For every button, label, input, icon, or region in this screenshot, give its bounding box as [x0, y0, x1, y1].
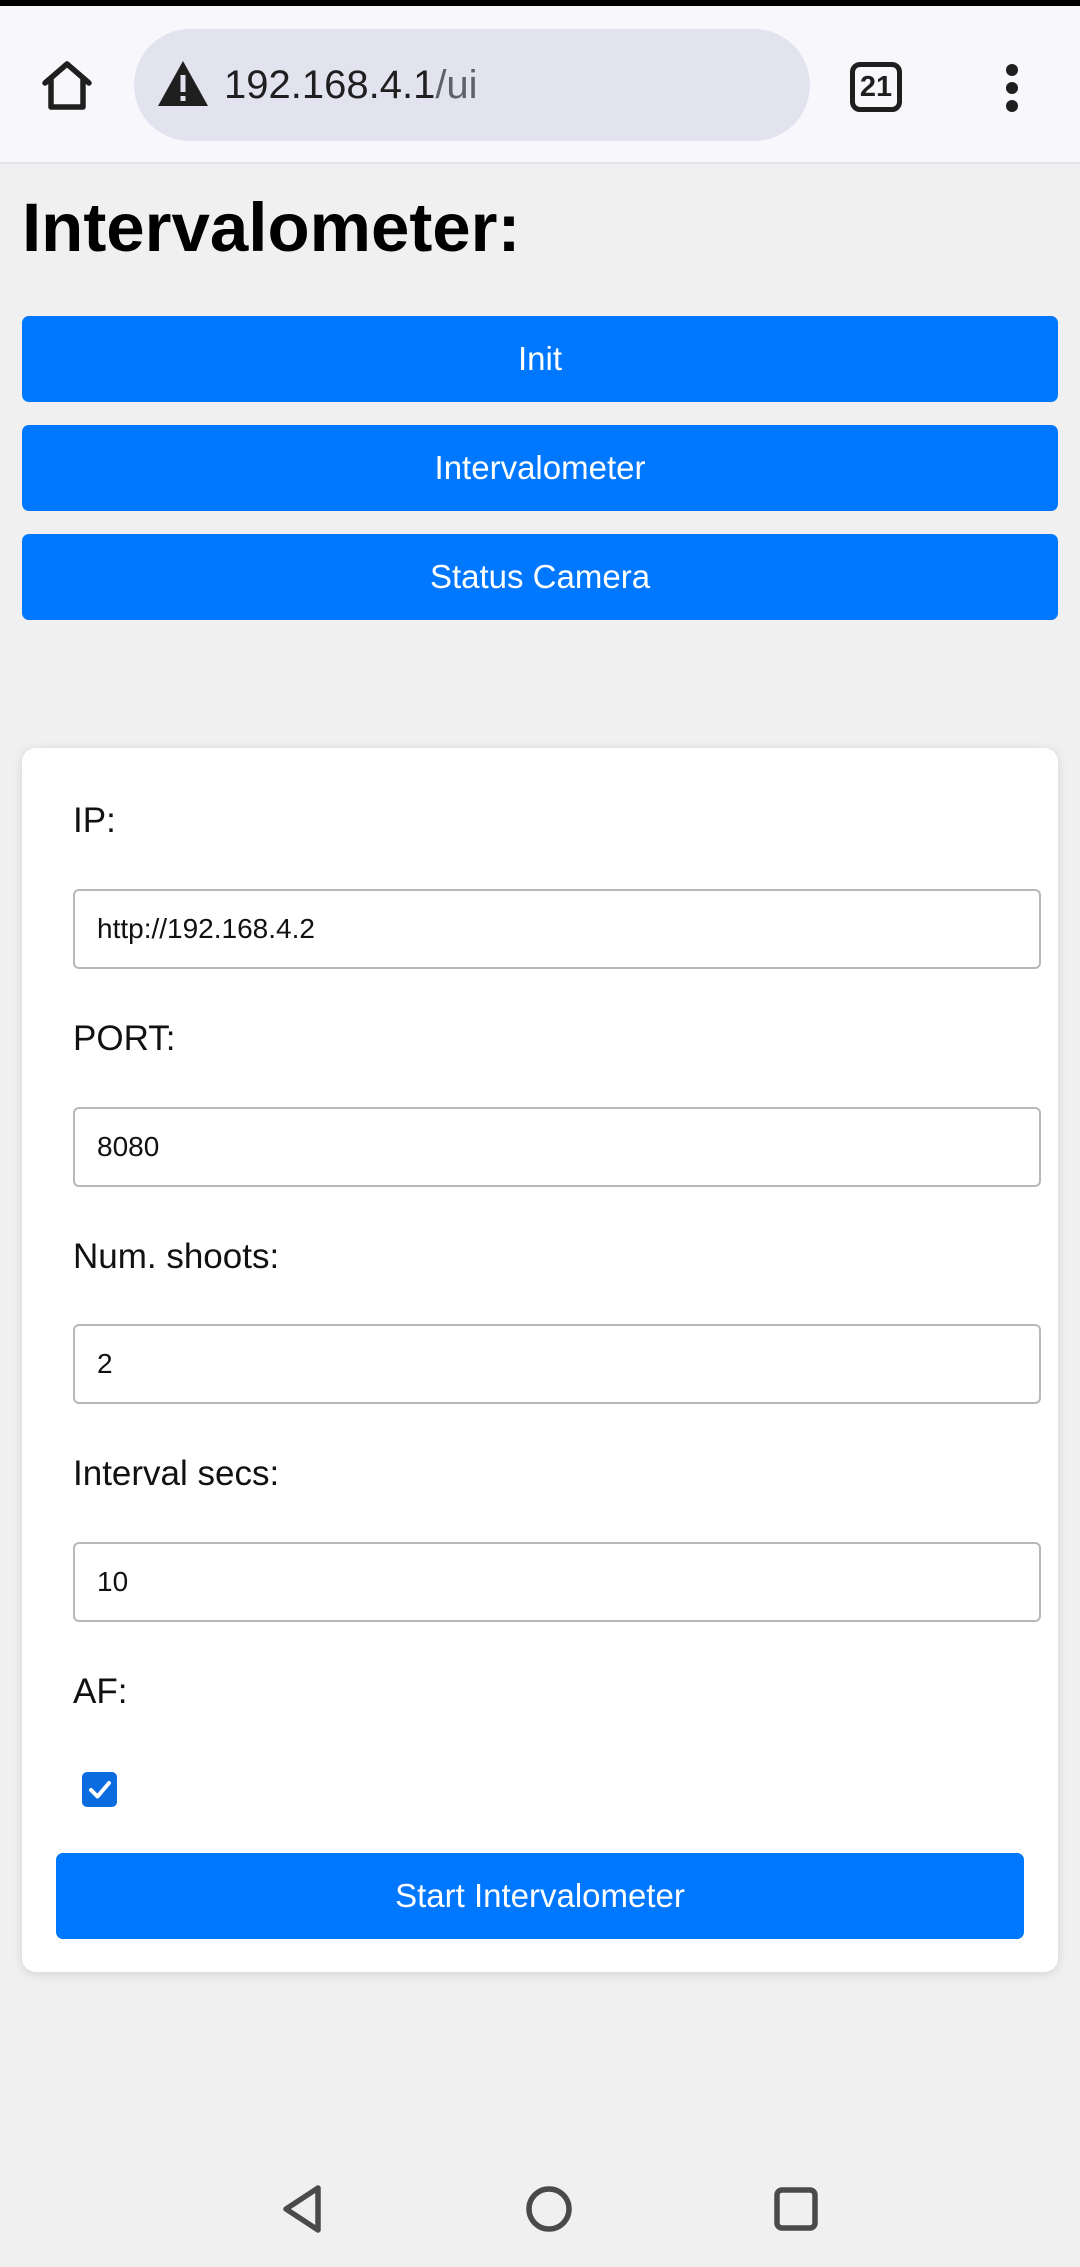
- url-path: /ui: [435, 63, 478, 107]
- tab-switcher-button[interactable]: 21: [850, 62, 902, 112]
- init-button[interactable]: Init: [22, 316, 1058, 402]
- port-input[interactable]: [73, 1107, 1041, 1187]
- ip-input[interactable]: [73, 889, 1041, 969]
- tab-count: 21: [859, 70, 893, 103]
- intervalometer-button[interactable]: Intervalometer: [22, 425, 1058, 511]
- browser-home-button[interactable]: [36, 54, 98, 116]
- page-title: Intervalometer:: [22, 189, 521, 266]
- num-shoots-input[interactable]: [73, 1324, 1041, 1404]
- home-icon: [42, 61, 92, 110]
- af-checkbox[interactable]: [82, 1772, 117, 1807]
- browser-menu-button[interactable]: [990, 58, 1034, 118]
- recents-button[interactable]: [763, 2176, 829, 2242]
- url-text[interactable]: 192.168.4.1/ui: [224, 29, 478, 141]
- num-shoots-label: Num. shoots:: [73, 1237, 280, 1276]
- back-button[interactable]: [270, 2176, 336, 2242]
- interval-secs-label: Interval secs:: [73, 1454, 280, 1493]
- start-intervalometer-button[interactable]: Start Intervalometer: [56, 1853, 1024, 1939]
- port-label: PORT:: [73, 1019, 176, 1058]
- back-triangle-icon: [283, 2185, 321, 2233]
- recents-square-icon: [774, 2187, 818, 2231]
- ip-label: IP:: [73, 801, 116, 840]
- warning-icon[interactable]: [156, 59, 210, 109]
- interval-secs-input[interactable]: [73, 1542, 1041, 1622]
- home-circle-icon: [526, 2186, 572, 2232]
- home-nav-button[interactable]: [516, 2176, 582, 2242]
- url-host: 192.168.4.1: [224, 63, 436, 107]
- browser-toolbar: 192.168.4.1/ui 21: [0, 6, 1080, 164]
- checkmark-icon: [88, 1780, 111, 1798]
- system-navigation-bar: [0, 2150, 1080, 2267]
- address-bar[interactable]: 192.168.4.1/ui: [134, 29, 810, 141]
- more-vert-icon: [1006, 64, 1018, 112]
- af-label: AF:: [73, 1672, 128, 1711]
- status-camera-button[interactable]: Status Camera: [22, 534, 1058, 620]
